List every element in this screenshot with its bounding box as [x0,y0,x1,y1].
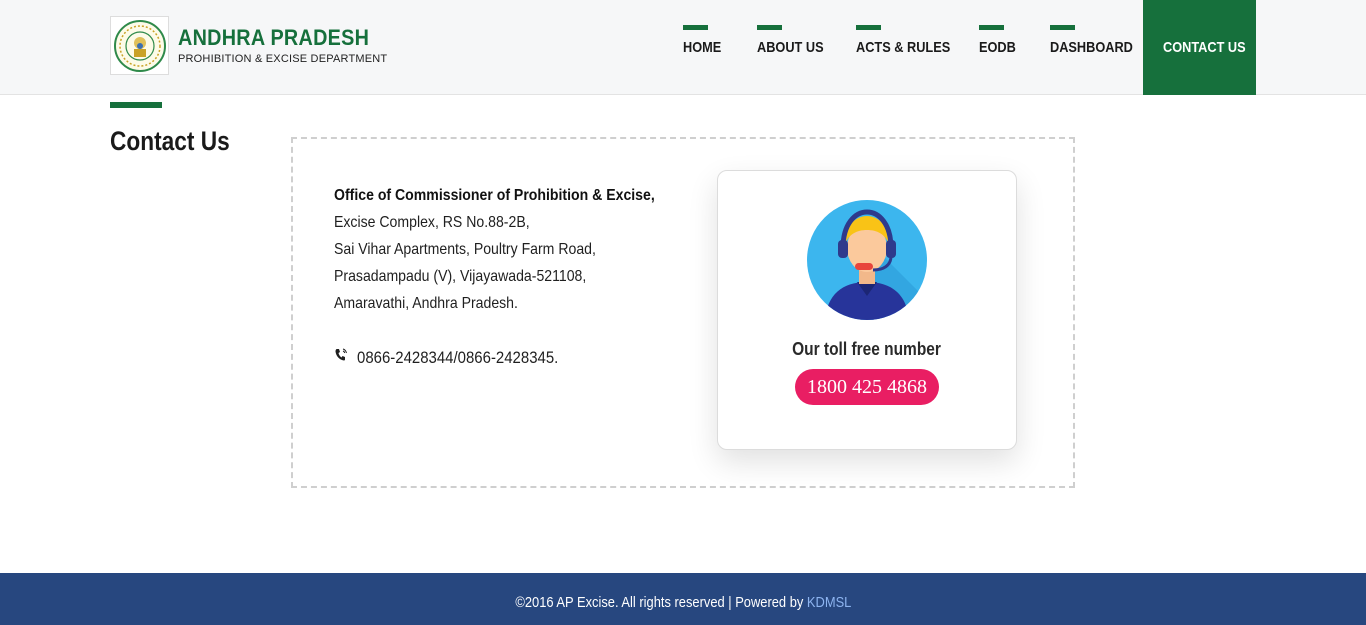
nav-contact-us[interactable]: CONTACT US [1143,0,1256,95]
toll-free-number[interactable]: 1800 425 4868 [795,369,939,405]
nav-dashboard-label: DASHBOARD [1050,39,1133,56]
phone-icon [334,347,348,368]
address-line: Amaravathi, Andhra Pradesh. [334,295,518,312]
phone-line: 0866-2428344/0866-2428345. [334,347,586,368]
nav-contact-us-label: CONTACT US [1163,39,1246,56]
nav-eodb-label: EODB [979,39,1016,56]
site-footer: ©2016 AP Excise. All rights reserved | P… [0,573,1366,625]
nav-indicator [683,25,708,30]
nav-about-us-label: ABOUT US [757,39,824,56]
nav-indicator [757,25,782,30]
toll-free-label-text: Our toll free number [792,339,942,359]
nav-home-label: HOME [683,39,722,56]
phone-numbers: 0866-2428344/0866-2428345. [357,347,559,367]
copyright-text: ©2016 AP Excise. All rights reserved | P… [514,594,803,611]
brand-logo-link[interactable]: ANDHRA PRADESH PROHIBITION & EXCISE DEPA… [110,16,390,75]
address-line: Sai Vihar Apartments, Poultry Farm Road, [334,241,596,258]
address-line: Prasadampadu (V), Vijayawada-521108, [334,268,587,285]
nav-acts-rules-label: ACTS & RULES [856,39,951,56]
state-emblem-icon [110,16,169,75]
toll-free-label: Our toll free number [718,339,1016,360]
office-name: Office of Commissioner of Prohibition & … [334,187,655,204]
brand-title: ANDHRA PRADESH [178,25,370,50]
customer-support-icon [807,200,927,320]
footer-copyright: ©2016 AP Excise. All rights reserved | P… [0,594,1366,611]
address-line: Excise Complex, RS No.88-2B, [334,214,530,231]
kdmsl-link[interactable]: KDMSL [807,594,851,611]
toll-free-card: Our toll free number 1800 425 4868 [717,170,1017,450]
page-title: Contact Us [110,126,230,156]
site-header: ANDHRA PRADESH PROHIBITION & EXCISE DEPA… [0,0,1366,95]
nav-indicator [1050,25,1075,30]
contact-box: Office of Commissioner of Prohibition & … [291,137,1075,488]
brand-subtitle: PROHIBITION & EXCISE DEPARTMENT [178,53,388,65]
nav-indicator [979,25,1004,30]
office-address: Office of Commissioner of Prohibition & … [334,182,655,317]
nav-indicator [856,25,881,30]
title-accent-bar [110,102,162,108]
